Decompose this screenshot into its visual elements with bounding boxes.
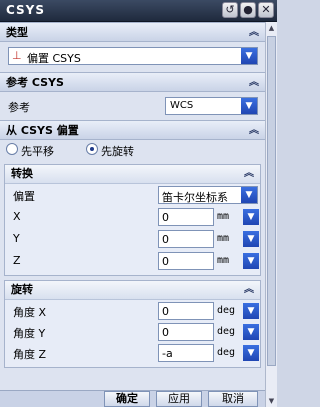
window-title: CSYS bbox=[6, 3, 46, 17]
dialog-content: 类型 ︽ ⊥ 偏置 CSYS ▼ 参考 CSYS ︽ 参考 WCS ▼ 从 CS… bbox=[0, 22, 265, 407]
chevron-down-icon[interactable]: ▼ bbox=[241, 98, 257, 114]
chevron-down-icon[interactable]: ▼ bbox=[241, 48, 257, 64]
chevron-down-icon[interactable]: ▼ bbox=[241, 187, 257, 203]
section-ref[interactable]: 参考 CSYS ︽ bbox=[0, 72, 265, 92]
radio-translate-first[interactable] bbox=[6, 143, 18, 155]
scroll-up-icon[interactable]: ▲ bbox=[267, 23, 276, 33]
section-ref-title: 参考 CSYS bbox=[6, 76, 64, 89]
radio-rotate-label: 先旋转 bbox=[101, 145, 134, 158]
x-unit: mm bbox=[217, 211, 230, 222]
angle-x-row: 角度 X 0 deg ▼ bbox=[5, 300, 260, 321]
y-unit-dropdown-icon[interactable]: ▼ bbox=[243, 231, 259, 247]
translate-title: 转换 bbox=[11, 167, 33, 180]
ref-row: 参考 WCS ▼ bbox=[0, 92, 265, 120]
z-unit-dropdown-icon[interactable]: ▼ bbox=[243, 253, 259, 269]
radio-translate-label: 先平移 bbox=[21, 145, 54, 158]
footer-bar: 确定 应用 取消 bbox=[0, 390, 265, 407]
ref-value: WCS bbox=[170, 100, 194, 111]
ok-button[interactable]: 确定 bbox=[104, 391, 150, 407]
x-unit-dropdown-icon[interactable]: ▼ bbox=[243, 209, 259, 225]
apply-button[interactable]: 应用 bbox=[156, 391, 202, 407]
y-input[interactable]: 0 bbox=[158, 230, 214, 248]
angle-x-input[interactable]: 0 bbox=[158, 302, 214, 320]
translate-panel: 转换 ︽ 偏置 笛卡尔坐标系 ▼ X 0 mm ▼ Y 0 mm ▼ Z 0 m… bbox=[4, 164, 261, 276]
rotate-header[interactable]: 旋转 ︽ bbox=[5, 281, 260, 300]
reset-button[interactable]: ↺ bbox=[222, 2, 238, 18]
ref-dropdown[interactable]: WCS ▼ bbox=[165, 97, 258, 115]
section-from[interactable]: 从 CSYS 偏置 ︽ bbox=[0, 120, 265, 140]
y-value: 0 bbox=[162, 233, 169, 246]
angle-x-unit: deg bbox=[217, 305, 236, 316]
y-row: Y 0 mm ▼ bbox=[5, 228, 260, 250]
angle-x-value: 0 bbox=[162, 305, 169, 318]
csys-icon: ⊥ bbox=[12, 49, 22, 62]
angle-z-value: -a bbox=[162, 347, 173, 360]
x-input[interactable]: 0 bbox=[158, 208, 214, 226]
section-type-title: 类型 bbox=[6, 26, 28, 39]
offset-dropdown[interactable]: 笛卡尔坐标系 ▼ bbox=[158, 186, 258, 204]
angle-y-value: 0 bbox=[162, 326, 169, 339]
angle-z-label: 角度 Z bbox=[13, 348, 47, 361]
y-label: Y bbox=[13, 232, 20, 245]
z-row: Z 0 mm ▼ bbox=[5, 250, 260, 272]
type-row: ⊥ 偏置 CSYS ▼ bbox=[0, 42, 265, 72]
x-row: X 0 mm ▼ bbox=[5, 206, 260, 228]
collapse-chevron-icon[interactable]: ︽ bbox=[249, 121, 259, 141]
angle-y-label: 角度 Y bbox=[13, 327, 46, 340]
collapse-chevron-icon[interactable]: ︽ bbox=[249, 23, 259, 43]
offset-row: 偏置 笛卡尔坐标系 ▼ bbox=[5, 184, 260, 206]
radio-row: 先平移 先旋转 bbox=[0, 140, 265, 162]
offset-label: 偏置 bbox=[13, 190, 35, 203]
section-from-title: 从 CSYS 偏置 bbox=[6, 124, 79, 137]
collapse-chevron-icon[interactable]: ︽ bbox=[244, 165, 254, 183]
z-input[interactable]: 0 bbox=[158, 252, 214, 270]
radio-rotate-first[interactable] bbox=[86, 143, 98, 155]
section-type[interactable]: 类型 ︽ bbox=[0, 22, 265, 42]
x-label: X bbox=[13, 210, 21, 223]
rotate-panel: 旋转 ︽ 角度 X 0 deg ▼ 角度 Y 0 deg ▼ 角度 Z -a d… bbox=[4, 280, 261, 368]
angle-x-unit-dropdown-icon[interactable]: ▼ bbox=[243, 303, 259, 319]
scrollbar[interactable]: ▲ ▼ bbox=[265, 22, 277, 407]
radio-selected-dot bbox=[90, 147, 94, 151]
translate-header[interactable]: 转换 ︽ bbox=[5, 165, 260, 184]
cancel-button[interactable]: 取消 bbox=[208, 391, 258, 407]
title-bar: CSYS ↺ ● ✕ bbox=[0, 0, 277, 22]
type-dropdown[interactable]: ⊥ 偏置 CSYS ▼ bbox=[8, 47, 258, 65]
angle-y-unit: deg bbox=[217, 326, 236, 337]
collapse-chevron-icon[interactable]: ︽ bbox=[244, 281, 254, 299]
angle-z-row: 角度 Z -a deg ▼ bbox=[5, 342, 260, 363]
angle-z-unit-dropdown-icon[interactable]: ▼ bbox=[243, 345, 259, 361]
angle-x-label: 角度 X bbox=[13, 306, 47, 319]
z-label: Z bbox=[13, 254, 21, 267]
y-unit: mm bbox=[217, 233, 230, 244]
collapse-chevron-icon[interactable]: ︽ bbox=[249, 73, 259, 93]
help-button[interactable]: ● bbox=[240, 2, 256, 18]
angle-y-unit-dropdown-icon[interactable]: ▼ bbox=[243, 324, 259, 340]
scroll-thumb[interactable] bbox=[267, 36, 276, 366]
type-value: 偏置 CSYS bbox=[27, 52, 81, 65]
x-value: 0 bbox=[162, 211, 169, 224]
z-value: 0 bbox=[162, 255, 169, 268]
close-button[interactable]: ✕ bbox=[258, 2, 274, 18]
angle-y-input[interactable]: 0 bbox=[158, 323, 214, 341]
angle-y-row: 角度 Y 0 deg ▼ bbox=[5, 321, 260, 342]
offset-value: 笛卡尔坐标系 bbox=[162, 191, 228, 204]
angle-z-input[interactable]: -a bbox=[158, 344, 214, 362]
angle-z-unit: deg bbox=[217, 347, 236, 358]
ref-label: 参考 bbox=[8, 101, 30, 114]
rotate-title: 旋转 bbox=[11, 283, 33, 296]
z-unit: mm bbox=[217, 255, 230, 266]
scroll-down-icon[interactable]: ▼ bbox=[267, 396, 276, 406]
